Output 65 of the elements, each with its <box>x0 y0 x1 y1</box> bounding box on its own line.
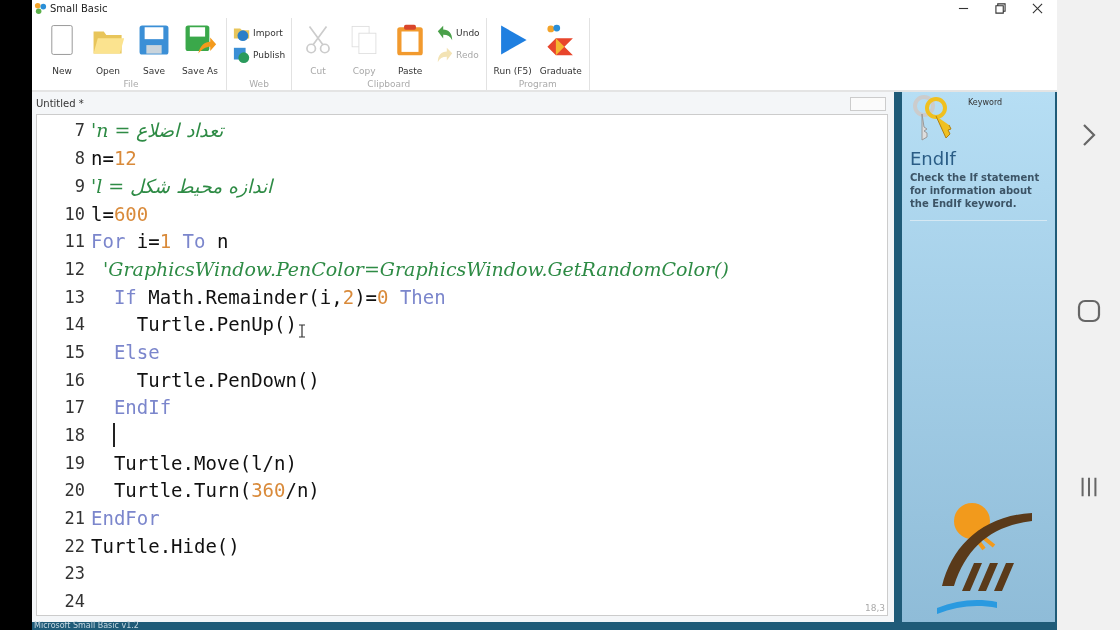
undo-button[interactable]: Undo <box>434 23 482 42</box>
line-number: 7 <box>73 120 86 141</box>
i-beam-cursor-icon <box>297 324 306 339</box>
home-button-icon[interactable] <box>1076 298 1101 324</box>
undo-arrow-icon <box>436 23 455 42</box>
restore-icon[interactable] <box>995 3 1006 15</box>
code-line: Turtle.Move(l/n) <box>112 451 297 474</box>
paste-button[interactable]: Paste <box>388 17 433 79</box>
new-button[interactable]: New <box>40 17 84 79</box>
window-title: Small Basic <box>50 3 108 15</box>
ribbon-group-label: Web <box>249 78 269 90</box>
line-number: 11 <box>63 231 86 252</box>
code-line: n=12 <box>91 147 137 170</box>
keys-icon <box>910 93 954 144</box>
code-line: For i=1 To n <box>91 230 229 253</box>
line-number: 12 <box>63 258 86 279</box>
line-number: 23 <box>63 563 86 584</box>
close-icon[interactable] <box>1032 3 1043 15</box>
line-number: 21 <box>63 508 86 529</box>
help-title: EndIf <box>910 147 958 169</box>
publish-button[interactable]: Publish <box>231 45 288 64</box>
disk-globe-icon <box>233 45 251 64</box>
code-line: If Math.Remainder(i,2)=0 Then <box>112 285 446 308</box>
code-line: 'n = تعداد اضلاع <box>91 119 223 142</box>
code-line: 'GraphicsWindow.PenColor=GraphicsWindow.GetRandomColor() <box>102 257 729 280</box>
chevron-right-icon[interactable] <box>1081 122 1096 148</box>
help-description: Check the If statement for information about the EndIf keyword. <box>910 170 1041 210</box>
code-line: Turtle.Hide() <box>91 534 240 557</box>
line-number: 10 <box>63 203 86 224</box>
line-number: 9 <box>73 175 86 196</box>
status-text: Microsoft Small Basic v1.2 <box>33 622 140 630</box>
code-line: EndFor <box>91 507 160 530</box>
code-line: EndIf <box>112 396 172 419</box>
line-number: 20 <box>63 480 86 501</box>
app-logo-icon <box>34 2 47 16</box>
graduate-button[interactable]: Graduate <box>536 17 585 79</box>
help-category: Keyword <box>968 97 1003 107</box>
line-number: 8 <box>73 148 86 169</box>
ribbon-group-label: Clipboard <box>367 78 411 90</box>
line-number: 15 <box>63 341 86 362</box>
code-line: Else <box>112 340 160 363</box>
code-editor[interactable] <box>36 113 888 616</box>
line-number: 22 <box>63 535 86 556</box>
code-line: l=600 <box>91 202 149 225</box>
code-line: 'l = اندازه محیط شکل <box>91 174 273 197</box>
cursor-position: 18,3 <box>864 603 885 613</box>
redo-arrow-icon <box>436 45 455 64</box>
import-button[interactable]: Import <box>231 23 288 42</box>
line-number: 24 <box>63 591 86 612</box>
line-number: 19 <box>63 452 86 473</box>
document-tab[interactable]: Untitled * <box>36 98 84 110</box>
line-number: 14 <box>63 314 86 335</box>
line-number: 16 <box>63 369 86 390</box>
line-number: 18 <box>63 425 86 446</box>
run-button[interactable]: Run (F5) <box>490 17 535 79</box>
ribbon-group-label: Program <box>518 78 557 90</box>
save-as-button[interactable]: Save As <box>178 17 222 79</box>
code-line: Turtle.Turn(360/n) <box>112 479 320 502</box>
code-line: Turtle.PenDown() <box>135 368 320 391</box>
open-button[interactable]: Open <box>86 17 130 79</box>
save-button[interactable]: Save <box>132 17 176 79</box>
line-number: 13 <box>63 286 86 307</box>
line-number: 17 <box>63 397 86 418</box>
code-line: Turtle.PenUp() <box>135 313 297 336</box>
ribbon-group-label: File <box>123 78 139 90</box>
